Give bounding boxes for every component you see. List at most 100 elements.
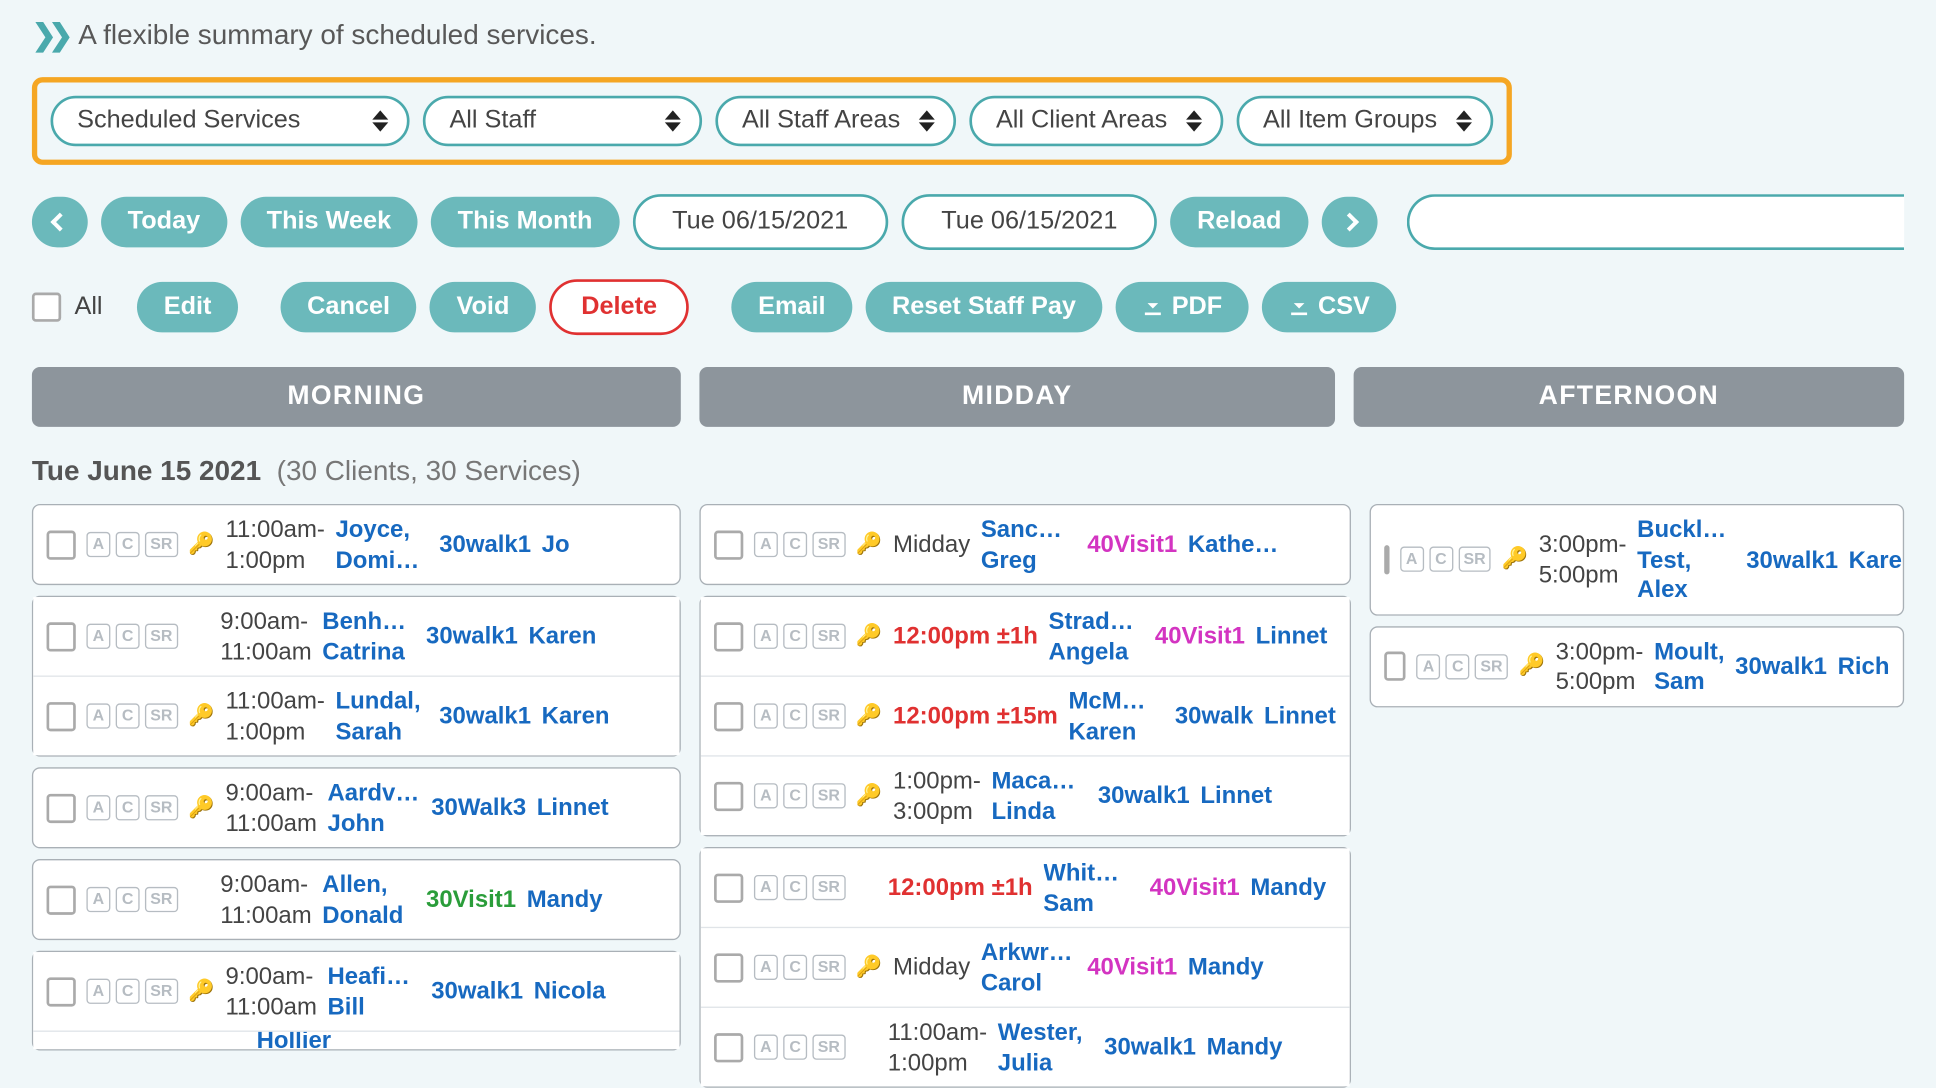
service-card[interactable]: A C SR 9:00am-11:00am Benha…Catrina 30wa… (33, 597, 679, 675)
service-card[interactable]: A C SR 🔑 9:00am-11:00am Aardv…John 30Wal… (32, 767, 681, 848)
service-card[interactable]: A C SR 🔑 3:00pm-5:00pm Buckla…Test,Alex … (1369, 504, 1904, 615)
service[interactable]: 30walk1 (439, 530, 531, 560)
service-card[interactable]: A C SR 🔑 11:00am-1:00pm Joyce,Domi… 30wa… (32, 504, 681, 585)
badge-c[interactable]: C (783, 703, 807, 728)
row-checkbox[interactable] (47, 530, 76, 559)
badge-a[interactable]: A (1417, 654, 1441, 679)
badge-sr[interactable]: SR (812, 1035, 845, 1060)
row-checkbox[interactable] (47, 885, 76, 914)
badge-sr[interactable]: SR (145, 624, 178, 649)
badge-c[interactable]: C (116, 887, 140, 912)
row-checkbox[interactable] (714, 622, 743, 651)
badge-a[interactable]: A (86, 703, 110, 728)
service[interactable]: 30walk1 (1735, 651, 1827, 681)
badge-a[interactable]: A (754, 703, 778, 728)
service-card[interactable]: A C SR 🔑 3:00pm-5:00pm Moult,Sam 30walk1… (1369, 626, 1904, 707)
badge-sr[interactable]: SR (812, 955, 845, 980)
void-button[interactable]: Void (430, 282, 536, 333)
date-from-input[interactable]: Tue 06/15/2021 (632, 194, 888, 250)
row-checkbox[interactable] (714, 530, 743, 559)
service-card[interactable]: A C SR 12:00pm ±1h Whit…Sam 40Visit1Mand… (701, 848, 1349, 926)
badge-a[interactable]: A (1400, 547, 1424, 572)
row-checkbox[interactable] (714, 781, 743, 810)
staff[interactable]: Linnet (1200, 781, 1272, 811)
staff[interactable]: Mandy (1188, 952, 1264, 982)
badge-sr[interactable]: SR (812, 783, 845, 808)
badge-sr[interactable]: SR (812, 624, 845, 649)
filter-item-groups[interactable]: All Item Groups (1236, 96, 1493, 147)
date-to-input[interactable]: Tue 06/15/2021 (901, 194, 1157, 250)
badge-c[interactable]: C (1429, 547, 1453, 572)
badge-a[interactable]: A (754, 532, 778, 557)
badge-c[interactable]: C (783, 624, 807, 649)
badge-a[interactable]: A (754, 783, 778, 808)
badge-sr[interactable]: SR (145, 979, 178, 1004)
filter-staff-areas[interactable]: All Staff Areas (715, 96, 956, 147)
staff[interactable]: Kare (1849, 545, 1902, 575)
client[interactable]: Sanch…Greg (981, 515, 1077, 575)
service-card[interactable]: A C SR 🔑 1:00pm-3:00pm Macau…Linda 30wal… (701, 755, 1349, 835)
client[interactable]: Buckla…Test,Alex (1637, 515, 1735, 605)
pdf-button[interactable]: PDF (1116, 282, 1249, 333)
delete-button[interactable]: Delete (549, 279, 689, 335)
staff[interactable]: Mandy (1207, 1032, 1283, 1062)
badge-a[interactable]: A (86, 795, 110, 820)
this-week-button[interactable]: This Week (240, 197, 418, 248)
badge-c[interactable]: C (783, 955, 807, 980)
service[interactable]: 30walk1 (426, 621, 518, 651)
select-all-checkbox[interactable] (32, 293, 61, 322)
badge-c[interactable]: C (783, 532, 807, 557)
service[interactable]: 40Visit1 (1087, 952, 1177, 982)
reload-button[interactable]: Reload (1171, 197, 1308, 248)
staff[interactable]: Rich (1838, 651, 1890, 681)
service-card[interactable]: A C SR 🔑 Midday Sanch…Greg 40Visit1Kathe… (699, 504, 1350, 585)
service[interactable]: 40Visit1 (1087, 530, 1177, 560)
prev-button[interactable] (32, 197, 88, 248)
client[interactable]: Arkwri…Carol (981, 937, 1077, 997)
staff[interactable]: Jo (542, 530, 570, 560)
client[interactable]: Strad…Angela (1049, 606, 1145, 666)
service[interactable]: 30walk1 (1746, 545, 1838, 575)
this-month-button[interactable]: This Month (431, 197, 619, 248)
client[interactable]: Lundal,Sarah (335, 686, 428, 746)
badge-sr[interactable]: SR (1458, 547, 1491, 572)
filter-service[interactable]: Scheduled Services (51, 96, 410, 147)
service-card[interactable]: A C SR 11:00am-1:00pm Wester,Julia 30wal… (701, 1007, 1349, 1087)
staff[interactable]: Mandy (527, 885, 603, 915)
badge-sr[interactable]: SR (812, 875, 845, 900)
badge-sr[interactable]: SR (145, 532, 178, 557)
badge-a[interactable]: A (86, 624, 110, 649)
staff[interactable]: Karen (542, 701, 610, 731)
badge-c[interactable]: C (116, 703, 140, 728)
staff[interactable]: Linnet (1264, 701, 1336, 731)
service[interactable]: 40Visit1 (1155, 621, 1245, 651)
badge-a[interactable]: A (86, 979, 110, 1004)
service[interactable]: 30walk1 (431, 976, 523, 1006)
row-checkbox[interactable] (714, 873, 743, 902)
badge-a[interactable]: A (754, 875, 778, 900)
client[interactable]: Whit…Sam (1043, 858, 1139, 918)
service-card[interactable]: Hollier (33, 1031, 679, 1050)
client[interactable]: Hollier (257, 1031, 331, 1050)
service[interactable]: 30walk1 (1104, 1032, 1196, 1062)
badge-a[interactable]: A (754, 955, 778, 980)
service[interactable]: 30walk (1175, 701, 1254, 731)
service[interactable]: 30walk1 (439, 701, 531, 731)
staff[interactable]: Karen (528, 621, 596, 651)
badge-a[interactable]: A (754, 624, 778, 649)
badge-c[interactable]: C (116, 795, 140, 820)
badge-c[interactable]: C (783, 783, 807, 808)
badge-a[interactable]: A (86, 887, 110, 912)
service[interactable]: 30Visit1 (426, 885, 516, 915)
row-checkbox[interactable] (714, 701, 743, 730)
row-checkbox[interactable] (47, 793, 76, 822)
staff[interactable]: Linnet (1256, 621, 1328, 651)
edit-button[interactable]: Edit (137, 282, 238, 333)
next-button[interactable] (1321, 197, 1377, 248)
service-card[interactable]: A C SR 9:00am-11:00am Allen,Donald 30Vis… (32, 859, 681, 940)
staff[interactable]: Kathe… (1188, 530, 1278, 560)
badge-sr[interactable]: SR (145, 795, 178, 820)
row-checkbox[interactable] (1384, 545, 1389, 574)
service-card[interactable]: A C SR 🔑 11:00am-1:00pm Lundal,Sarah 30w… (33, 675, 679, 755)
badge-c[interactable]: C (783, 1035, 807, 1060)
